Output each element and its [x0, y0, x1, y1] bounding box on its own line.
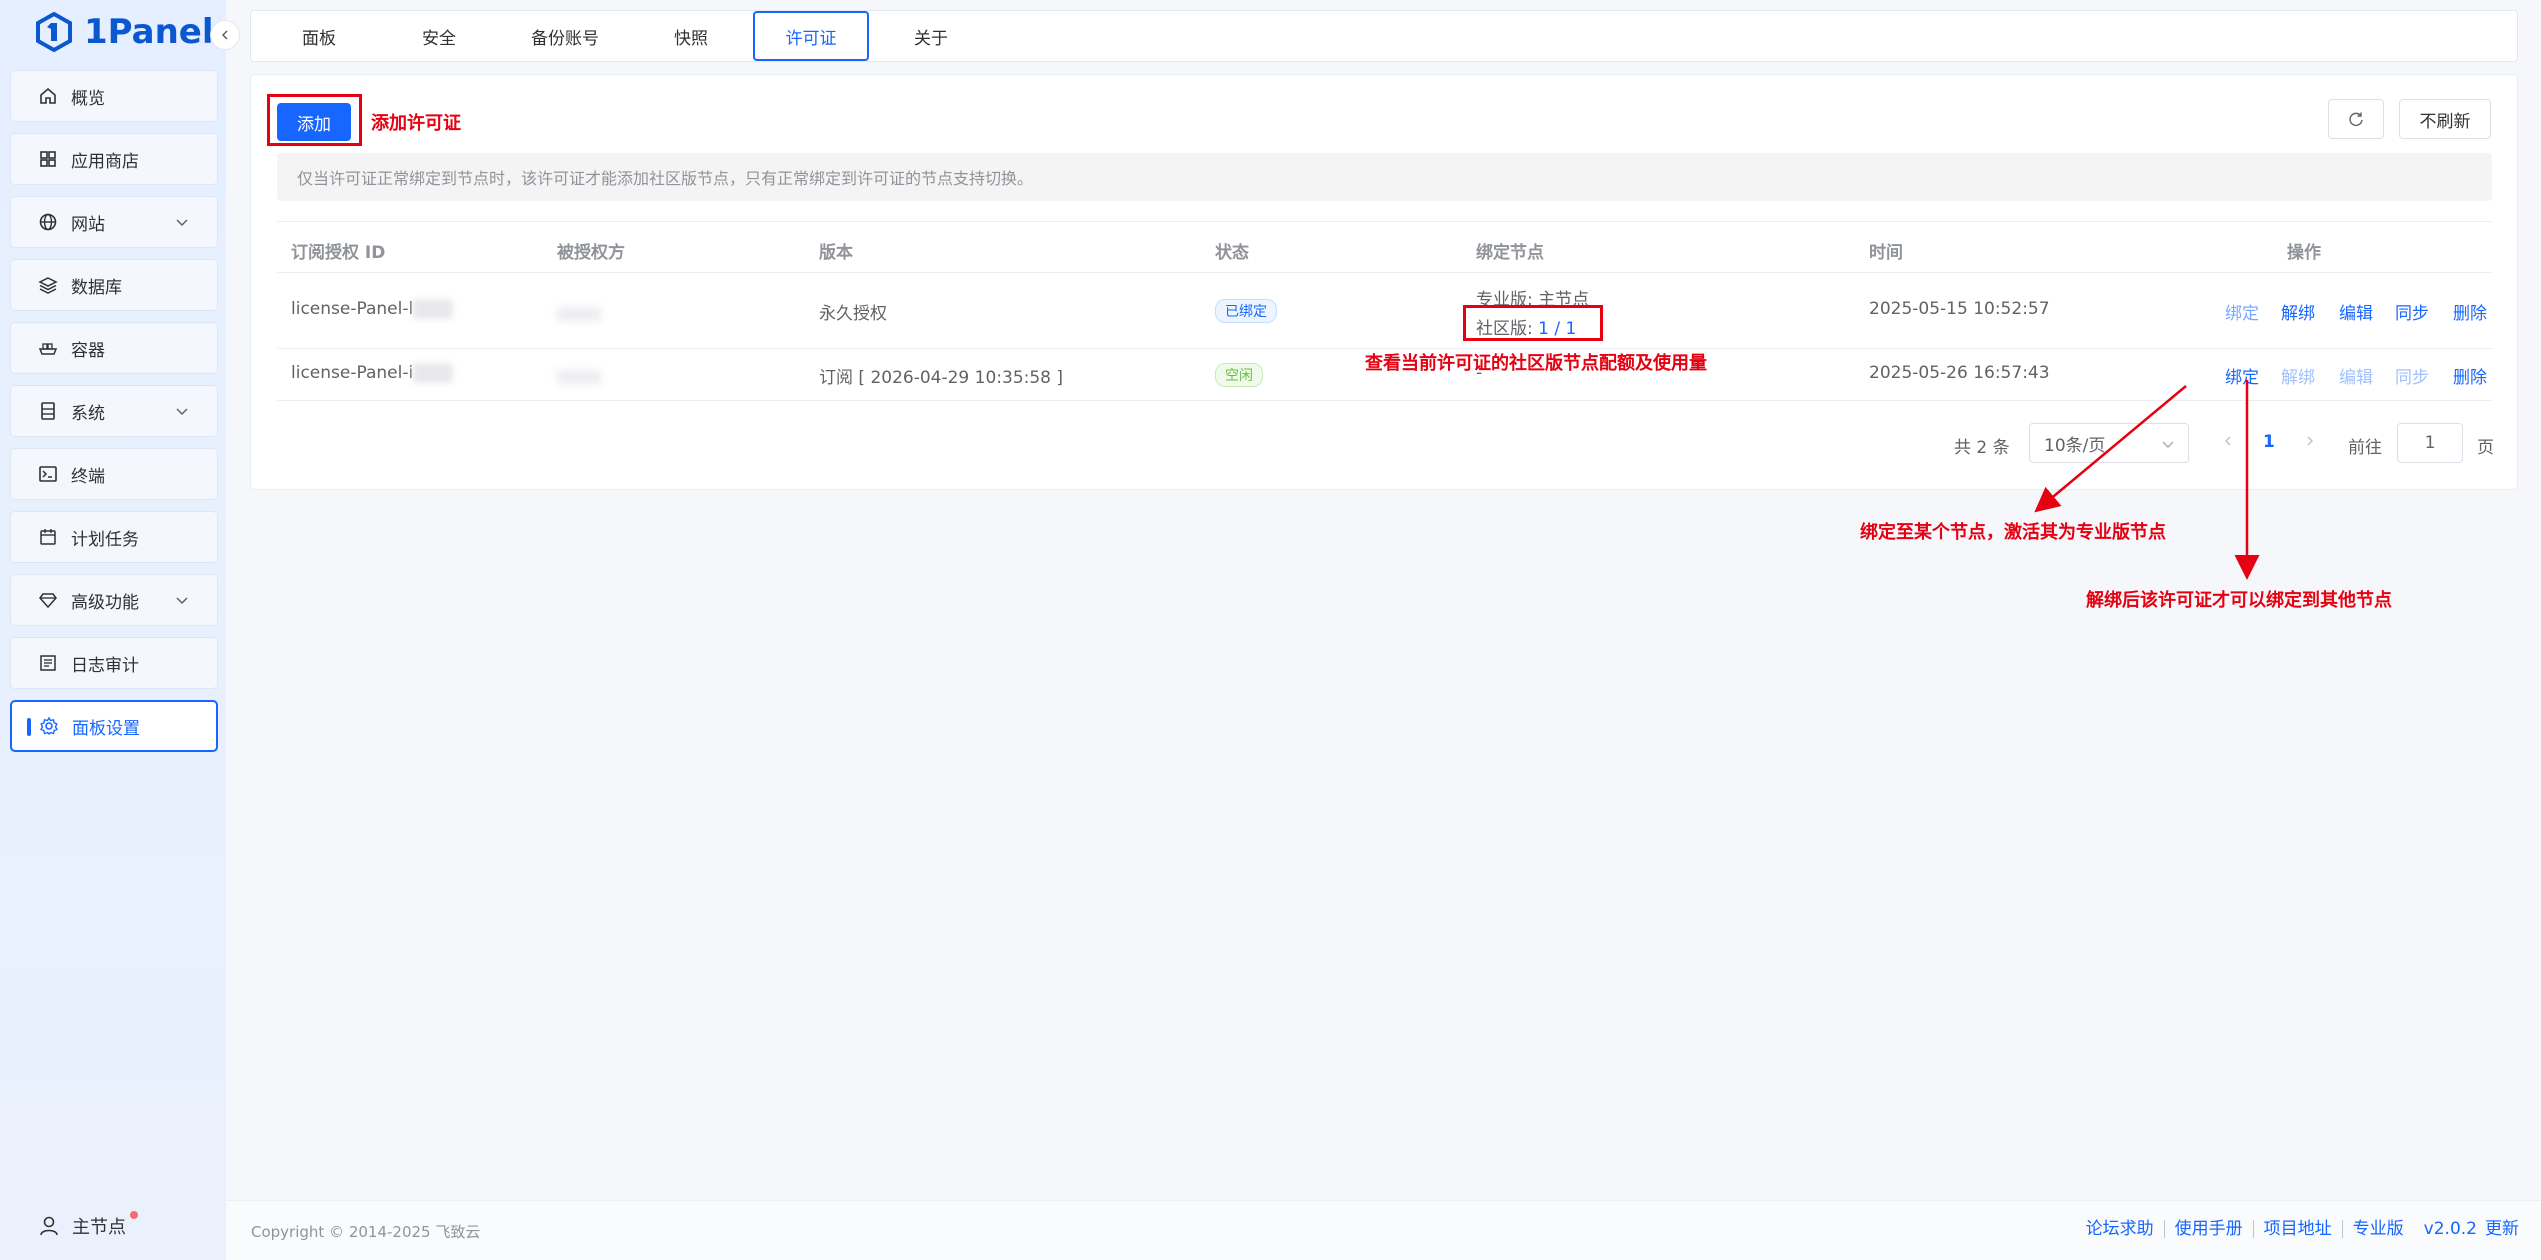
footer: Copyright © 2014-2025 飞致云 论坛求助 使用手册 项目地址…	[226, 1200, 2541, 1260]
update-link[interactable]: 更新	[2483, 1220, 2519, 1238]
chevron-left-icon	[221, 30, 228, 40]
copyright: Copyright © 2014-2025 飞致云	[251, 1223, 481, 1241]
annotation-unbind: 解绑后该许可证才可以绑定到其他节点	[2086, 590, 2392, 611]
forum-link[interactable]: 论坛求助	[2076, 1220, 2165, 1238]
project-link[interactable]: 项目地址	[2254, 1220, 2343, 1238]
arrow-bind	[2034, 385, 2187, 513]
collapse-sidebar-button[interactable]	[210, 20, 240, 50]
manual-link[interactable]: 使用手册	[2165, 1220, 2254, 1238]
annotation-bind: 绑定至某个节点，激活其为专业版节点	[1860, 522, 2166, 543]
footer-links: 论坛求助 使用手册 项目地址 专业版 v2.0.2 更新	[2076, 1219, 2519, 1239]
version-label: v2.0.2	[2423, 1219, 2477, 1239]
annotation-arrows	[2034, 380, 2260, 580]
pro-edition-link[interactable]: 专业版	[2343, 1220, 2414, 1238]
